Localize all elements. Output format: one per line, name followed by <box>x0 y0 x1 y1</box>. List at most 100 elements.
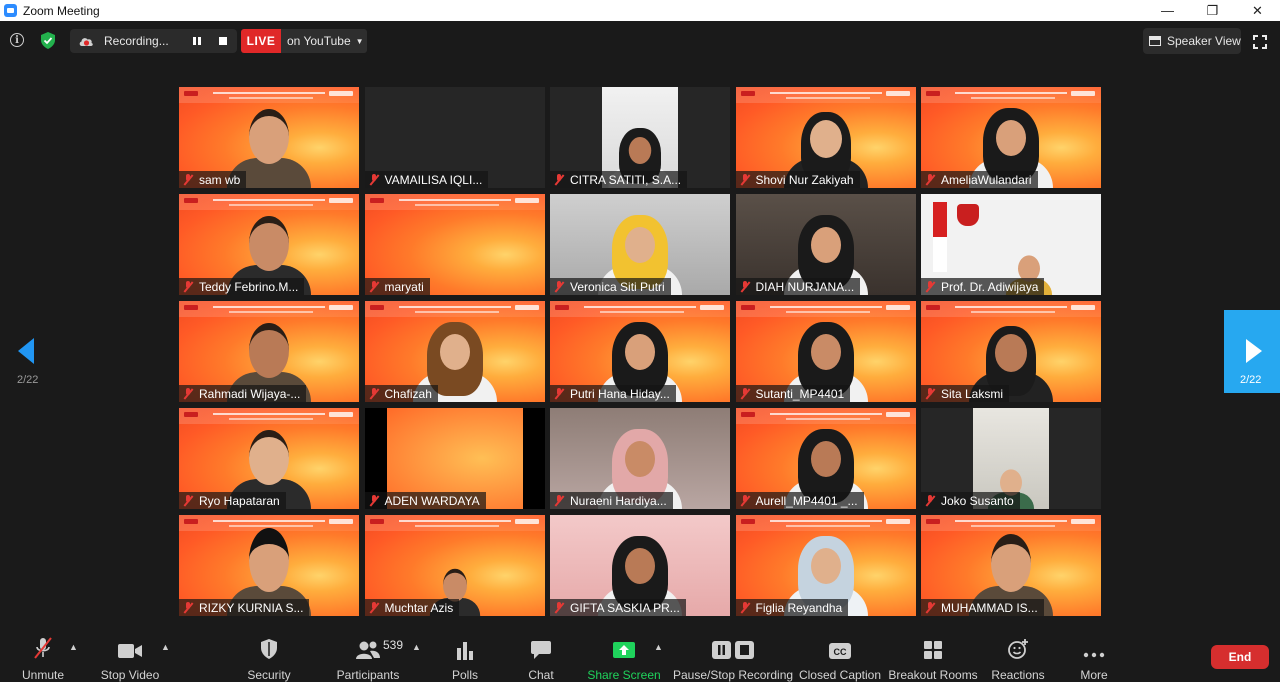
closed-caption-button[interactable]: CC Closed Caption <box>799 630 881 682</box>
share-screen-button[interactable]: Share Screen <box>587 630 661 682</box>
reactions-button[interactable]: Reactions <box>991 630 1045 682</box>
audio-options-caret-icon[interactable]: ▲ <box>69 642 78 652</box>
muted-mic-icon <box>183 494 193 507</box>
speaker-view-label: Speaker View <box>1167 34 1241 48</box>
sponsor-logo-icon <box>1071 305 1095 310</box>
muted-mic-icon <box>740 387 750 400</box>
banner-line <box>213 306 325 308</box>
banner-line <box>398 199 511 201</box>
participant-tile[interactable]: Ryo Hapataran <box>179 408 359 509</box>
pause-stop-recording-button[interactable]: Pause/Stop Recording <box>673 630 793 682</box>
participant-tile[interactable]: Putri Hana Hiday... <box>550 301 730 402</box>
muted-mic-icon <box>369 280 379 293</box>
info-icon[interactable]: i <box>10 33 24 47</box>
participant-tile[interactable]: maryati <box>364 194 545 295</box>
participant-tile[interactable]: sam wb <box>179 87 359 188</box>
participant-tile[interactable]: Veronica Siti Putri <box>550 194 730 295</box>
muted-mic-icon <box>925 387 935 400</box>
telkom-logo-icon <box>957 204 979 226</box>
sponsor-logo-icon <box>329 305 353 310</box>
restore-button[interactable]: ❐ <box>1190 0 1235 21</box>
banner-line <box>213 199 325 201</box>
live-destination-dropdown[interactable]: on YouTube ▼ <box>281 29 367 53</box>
muted-mic-icon <box>183 601 193 614</box>
participant-tile[interactable]: Rahmadi Wijaya-... <box>179 301 359 402</box>
participant-tile[interactable]: Figlia Reyandha <box>735 515 916 616</box>
page-indicator-left: 2/22 <box>17 374 39 386</box>
participant-tile[interactable]: CITRA SATITI, S.A... <box>550 87 730 188</box>
sponsor-logo-icon <box>885 412 910 417</box>
banner-line <box>769 92 882 94</box>
video-options-caret-icon[interactable]: ▲ <box>161 642 170 652</box>
participant-name-bar: DIAH NURJANA... <box>735 278 861 295</box>
participant-tile[interactable]: AmeliaWulandari <box>921 87 1101 188</box>
participant-name-bar: GIFTA SASKIA PR... <box>550 599 686 616</box>
security-button[interactable]: Security <box>245 630 293 682</box>
participant-tile[interactable]: RIZKY KURNIA S... <box>179 515 359 616</box>
unmute-button[interactable]: Unmute <box>20 630 66 682</box>
participant-name: Sita Laksmi <box>941 386 1004 401</box>
participant-name: Sutanti_MP4401 <box>755 386 845 401</box>
chat-icon <box>530 636 552 660</box>
event-logo-icon <box>369 198 384 203</box>
stop-video-button[interactable]: Stop Video <box>100 630 160 682</box>
participant-name-bar: Nuraeni Hardiya... <box>550 492 673 509</box>
live-destination-label: on YouTube <box>287 34 351 48</box>
sponsor-logo-icon <box>1071 519 1095 524</box>
share-options-caret-icon[interactable]: ▲ <box>654 642 663 652</box>
participant-tile[interactable]: Joko Susanto <box>921 408 1101 509</box>
participant-tile[interactable]: Aurell_MP4401 _... <box>735 408 916 509</box>
banner-line <box>414 525 499 527</box>
event-logo-icon <box>184 305 198 310</box>
participant-tile[interactable]: Prof. Dr. Adiwijaya <box>921 194 1101 295</box>
minimize-button[interactable]: — <box>1145 0 1190 21</box>
muted-mic-icon <box>183 387 193 400</box>
participant-tile[interactable]: Sutanti_MP4401 <box>735 301 916 402</box>
participant-tile[interactable]: Muchtar Azis <box>364 515 545 616</box>
video-camera-icon <box>117 636 143 660</box>
participant-name-bar: Sutanti_MP4401 <box>735 385 851 402</box>
more-button[interactable]: More <box>1078 630 1110 682</box>
previous-page-button[interactable]: 2/22 <box>12 334 42 394</box>
next-page-button[interactable]: 2/22 <box>1224 310 1280 393</box>
breakout-rooms-button[interactable]: Breakout Rooms <box>888 630 978 682</box>
speaker-view-button[interactable]: Speaker View <box>1143 28 1241 54</box>
fullscreen-icon[interactable] <box>1253 35 1267 49</box>
polls-button[interactable]: Polls <box>448 630 482 682</box>
participant-tile[interactable]: GIFTA SASKIA PR... <box>550 515 730 616</box>
participant-tile[interactable]: DIAH NURJANA... <box>735 194 916 295</box>
window-controls: — ❐ ✕ <box>1145 0 1280 21</box>
participants-options-caret-icon[interactable]: ▲ <box>412 642 421 652</box>
end-meeting-button[interactable]: End <box>1211 645 1269 669</box>
chat-button[interactable]: Chat <box>524 630 558 682</box>
participant-name: Chafizah <box>384 386 432 401</box>
participant-name-bar: Figlia Reyandha <box>735 599 849 616</box>
participant-tile[interactable]: VAMAILISA IQLI... <box>364 87 545 188</box>
participant-name: GIFTA SASKIA PR... <box>570 600 680 615</box>
arrow-left-icon <box>18 338 34 364</box>
close-button[interactable]: ✕ <box>1235 0 1280 21</box>
participant-tile[interactable]: Shovi Nur Zakiyah <box>735 87 916 188</box>
participant-tile[interactable]: Chafizah <box>364 301 545 402</box>
participant-tile[interactable]: ADEN WARDAYA <box>364 408 545 509</box>
participant-name-bar: Chafizah <box>364 385 438 402</box>
live-badge: LIVE <box>241 29 281 53</box>
sponsor-logo-icon <box>1071 91 1095 96</box>
sponsor-logo-icon <box>329 519 353 524</box>
participant-tile[interactable]: MUHAMMAD IS... <box>921 515 1101 616</box>
event-logo-icon <box>369 305 384 310</box>
participant-name-bar: Veronica Siti Putri <box>550 278 671 295</box>
participant-tile[interactable]: Teddy Febrino.M... <box>179 194 359 295</box>
event-logo-icon <box>740 519 755 524</box>
participant-name-bar: AmeliaWulandari <box>921 171 1038 188</box>
participant-name: Prof. Dr. Adiwijaya <box>941 279 1039 294</box>
participants-count: 539 <box>383 638 404 652</box>
event-logo-icon <box>926 519 940 524</box>
participant-name: sam wb <box>199 172 241 187</box>
stop-recording-icon[interactable] <box>214 33 232 49</box>
participant-tile[interactable]: Sita Laksmi <box>921 301 1101 402</box>
security-shield-icon[interactable] <box>40 32 56 49</box>
participant-tile[interactable]: Nuraeni Hardiya... <box>550 408 730 509</box>
pause-recording-icon[interactable] <box>188 33 206 49</box>
participant-name: Ryo Hapataran <box>199 493 280 508</box>
